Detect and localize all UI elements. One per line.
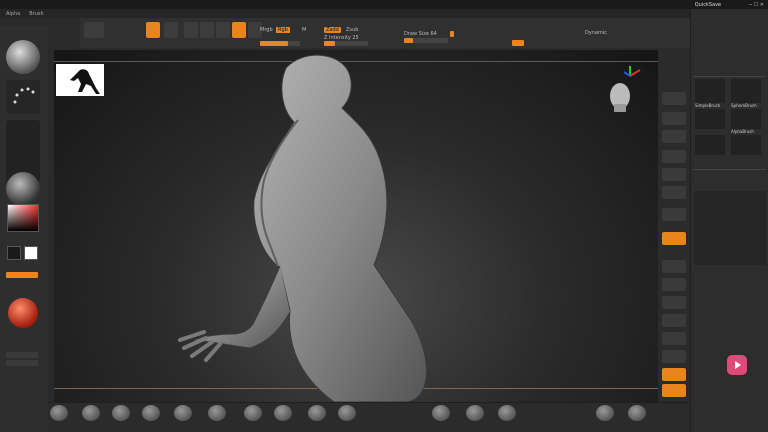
- subtool-list[interactable]: [694, 191, 766, 265]
- quicksave-button[interactable]: QuickSave: [695, 2, 721, 8]
- window-controls[interactable]: ─ ☐ ✕: [749, 2, 764, 8]
- bottom-item-1[interactable]: [82, 405, 100, 421]
- menu-item-alpha[interactable]: Alpha: [6, 11, 20, 17]
- scale-button[interactable]: [200, 22, 214, 38]
- lightbox-button[interactable]: [84, 22, 104, 38]
- zsub-button[interactable]: Zsub: [346, 27, 358, 33]
- bpr-button[interactable]: [662, 92, 686, 105]
- video-overlay-icon[interactable]: [727, 355, 747, 375]
- transp-button[interactable]: [662, 368, 686, 381]
- left-shelf: [0, 26, 48, 432]
- right-vertical-toolbar: [658, 50, 690, 402]
- left-button-3[interactable]: [6, 360, 38, 366]
- color-picker[interactable]: [7, 204, 39, 232]
- brush-tile-alpha[interactable]: [731, 109, 761, 129]
- sculpt-model: [178, 54, 427, 402]
- rgb-label[interactable]: Rgb: [276, 27, 290, 33]
- coordinate-readout: [0, 18, 88, 26]
- aahalf-button[interactable]: [662, 168, 686, 181]
- bottom-item-11[interactable]: [432, 405, 450, 421]
- alternate-button[interactable]: [6, 272, 38, 278]
- play-icon: [735, 361, 741, 369]
- bottom-item-0[interactable]: [50, 405, 68, 421]
- bottom-item-8[interactable]: [308, 405, 326, 421]
- scale-view-button[interactable]: [662, 314, 686, 327]
- bottom-item-5[interactable]: [208, 405, 226, 421]
- bottom-item-12[interactable]: [466, 405, 484, 421]
- bottom-item-7[interactable]: [274, 405, 292, 421]
- z-intensity-slider[interactable]: [324, 41, 368, 46]
- brush-tile-sphere[interactable]: [731, 79, 761, 103]
- bottom-item-2[interactable]: [112, 405, 130, 421]
- rgb-intensity-slider[interactable]: [260, 41, 300, 46]
- dynamic-label[interactable]: Dynamic: [585, 30, 607, 36]
- brush-tile-sphere-label: SphereBrush: [731, 103, 757, 108]
- bottom-item-4[interactable]: [174, 405, 192, 421]
- bottom-item-13[interactable]: [498, 405, 516, 421]
- brush-tile-6[interactable]: [731, 135, 761, 155]
- dots-stroke-icon: [13, 87, 35, 104]
- material-button[interactable]: [232, 22, 246, 38]
- primary-color-swatch[interactable]: [7, 246, 21, 260]
- brush-tile-5[interactable]: [695, 135, 725, 155]
- right-panel: SimpleBrush SphereBrush AlphaBrush: [690, 9, 768, 432]
- brush-tile-3[interactable]: [695, 109, 725, 129]
- mrgb-label[interactable]: Mrgb: [260, 27, 273, 33]
- bottom-item-15[interactable]: [596, 405, 614, 421]
- actual-button[interactable]: [662, 150, 686, 163]
- canvas-viewport[interactable]: [54, 50, 658, 402]
- material-thumbnail[interactable]: [6, 172, 40, 206]
- move-button[interactable]: [184, 22, 198, 38]
- rotate-view-button[interactable]: [662, 332, 686, 345]
- dynamic-chip[interactable]: [512, 40, 524, 46]
- move-view-button[interactable]: [662, 296, 686, 309]
- top-toolbar: Mrgb Rgb M Zadd Zsub Z Intensity 25 Draw…: [80, 18, 690, 48]
- orientation-gizmo[interactable]: [600, 60, 646, 114]
- polyf-button[interactable]: [662, 350, 686, 363]
- local-button[interactable]: [662, 232, 686, 245]
- menu-bar: Alpha Brush: [0, 9, 690, 18]
- brush-palette: SimpleBrush SphereBrush AlphaBrush: [695, 79, 765, 163]
- rotate-button[interactable]: [216, 22, 230, 38]
- bottom-item-3[interactable]: [142, 405, 160, 421]
- rp-separator: [693, 76, 766, 77]
- draw-size-slider[interactable]: [404, 38, 448, 43]
- brush-tile-simple-label: SimpleBrush: [695, 103, 721, 108]
- draw-size-label: Draw Size 64: [404, 31, 437, 37]
- secondary-color-swatch[interactable]: [24, 246, 38, 260]
- axis-gizmo-icon: [610, 66, 641, 112]
- persp-button[interactable]: [662, 186, 686, 199]
- brush-thumbnail[interactable]: [6, 40, 40, 74]
- spix-button[interactable]: [662, 112, 686, 125]
- bottom-item-16[interactable]: [628, 405, 646, 421]
- zadd-button[interactable]: Zadd: [324, 27, 341, 33]
- bottom-item-9[interactable]: [338, 405, 356, 421]
- menu-item-brush[interactable]: Brush: [29, 11, 43, 17]
- frame-button[interactable]: [662, 278, 686, 291]
- focal-chip[interactable]: [450, 31, 454, 37]
- left-button-2[interactable]: [6, 352, 38, 358]
- rp-separator-2: [693, 169, 766, 170]
- brush-tile-alpha-label: AlphaBrush: [731, 129, 754, 134]
- edit-button[interactable]: [146, 22, 160, 38]
- draw-button[interactable]: [164, 22, 178, 38]
- brush-tile-simple[interactable]: [695, 79, 725, 103]
- m-label[interactable]: M: [302, 27, 306, 33]
- bottom-shelf: [48, 402, 690, 432]
- red-material-ball[interactable]: [8, 298, 38, 328]
- stroke-thumbnail[interactable]: [6, 80, 40, 114]
- title-bar: QuickSave ─ ☐ ✕: [0, 0, 768, 9]
- floor-button[interactable]: [662, 208, 686, 221]
- bottom-item-6[interactable]: [244, 405, 262, 421]
- xyz-button[interactable]: [662, 260, 686, 273]
- zoom-button[interactable]: [662, 130, 686, 143]
- solo-button[interactable]: [662, 384, 686, 397]
